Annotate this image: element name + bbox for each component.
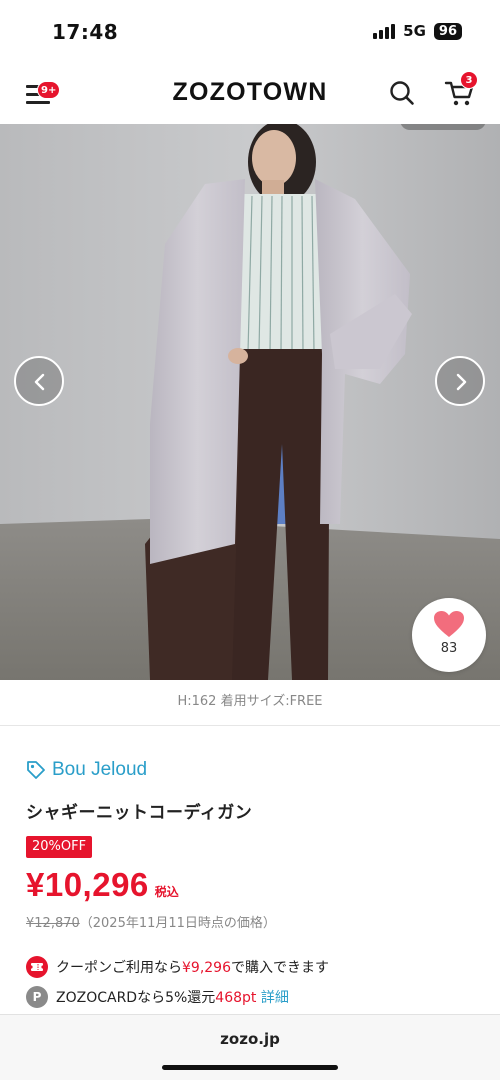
favorite-button[interactable]: 83 <box>412 598 486 672</box>
points-icon: P <box>26 986 48 1008</box>
zozocard-details-link[interactable]: 詳細 <box>261 990 289 1006</box>
product-image-gallery[interactable]: 83 <box>0 124 500 680</box>
status-time: 17:48 <box>52 20 119 44</box>
tax-label: 税込 <box>154 885 179 899</box>
browser-address-bar[interactable]: zozo.jp <box>0 1014 500 1080</box>
search-icon <box>390 81 414 105</box>
model-size-info: H:162 着用サイズ:FREE <box>0 680 500 726</box>
image-indicator <box>400 124 486 130</box>
previous-image-button[interactable] <box>14 356 64 406</box>
coupon-icon <box>26 956 48 978</box>
coupon-text-suffix: で購入できます <box>231 960 329 976</box>
zozocard-text: ZOZOCARDなら5%還元 <box>56 990 216 1006</box>
price-note: （2025年11月11日時点の価格） <box>79 916 276 931</box>
home-indicator <box>162 1065 338 1070</box>
status-indicators: 5G 96 <box>373 22 462 40</box>
coupon-price: ¥9,296 <box>182 960 231 976</box>
chevron-right-icon <box>456 373 467 391</box>
chevron-left-icon <box>34 373 45 391</box>
next-image-button[interactable] <box>435 356 485 406</box>
cart-count-badge: 3 <box>460 71 478 89</box>
favorite-count: 83 <box>440 641 458 656</box>
coupon-info[interactable]: クーポンご利用なら¥9,296で購入できます <box>26 956 329 978</box>
zozotown-logo[interactable]: ZOZOTOWN <box>0 78 500 107</box>
url-text[interactable]: zozo.jp <box>0 1030 500 1048</box>
cart-button[interactable]: 3 <box>444 71 478 108</box>
heart-icon <box>434 611 464 637</box>
network-type: 5G <box>403 22 426 40</box>
zozocard-points: 468pt <box>215 990 257 1006</box>
sale-price: ¥10,296 <box>26 866 149 903</box>
battery-indicator: 96 <box>433 22 462 40</box>
status-bar: 17:48 5G 96 <box>0 0 500 62</box>
brand-name: Bou Jeloud <box>52 759 148 780</box>
tag-icon <box>27 761 45 779</box>
product-photo <box>0 124 500 680</box>
search-button[interactable] <box>388 79 416 107</box>
original-price-row: ¥12,870（2025年11月11日時点の価格） <box>26 912 276 931</box>
price-row: ¥10,296 税込 <box>26 866 179 904</box>
original-price: ¥12,870 <box>26 916 80 931</box>
app-header: 9+ ZOZOTOWN 3 <box>0 62 500 124</box>
coupon-text-prefix: クーポンご利用なら <box>56 960 182 976</box>
signal-icon <box>373 23 396 39</box>
product-name: シャギーニットコーディガン <box>26 803 253 823</box>
discount-badge: 20%OFF <box>26 836 93 858</box>
brand-link[interactable]: Bou Jeloud <box>26 758 147 782</box>
zozocard-info: P ZOZOCARDなら5%還元468pt 詳細 <box>26 986 289 1008</box>
